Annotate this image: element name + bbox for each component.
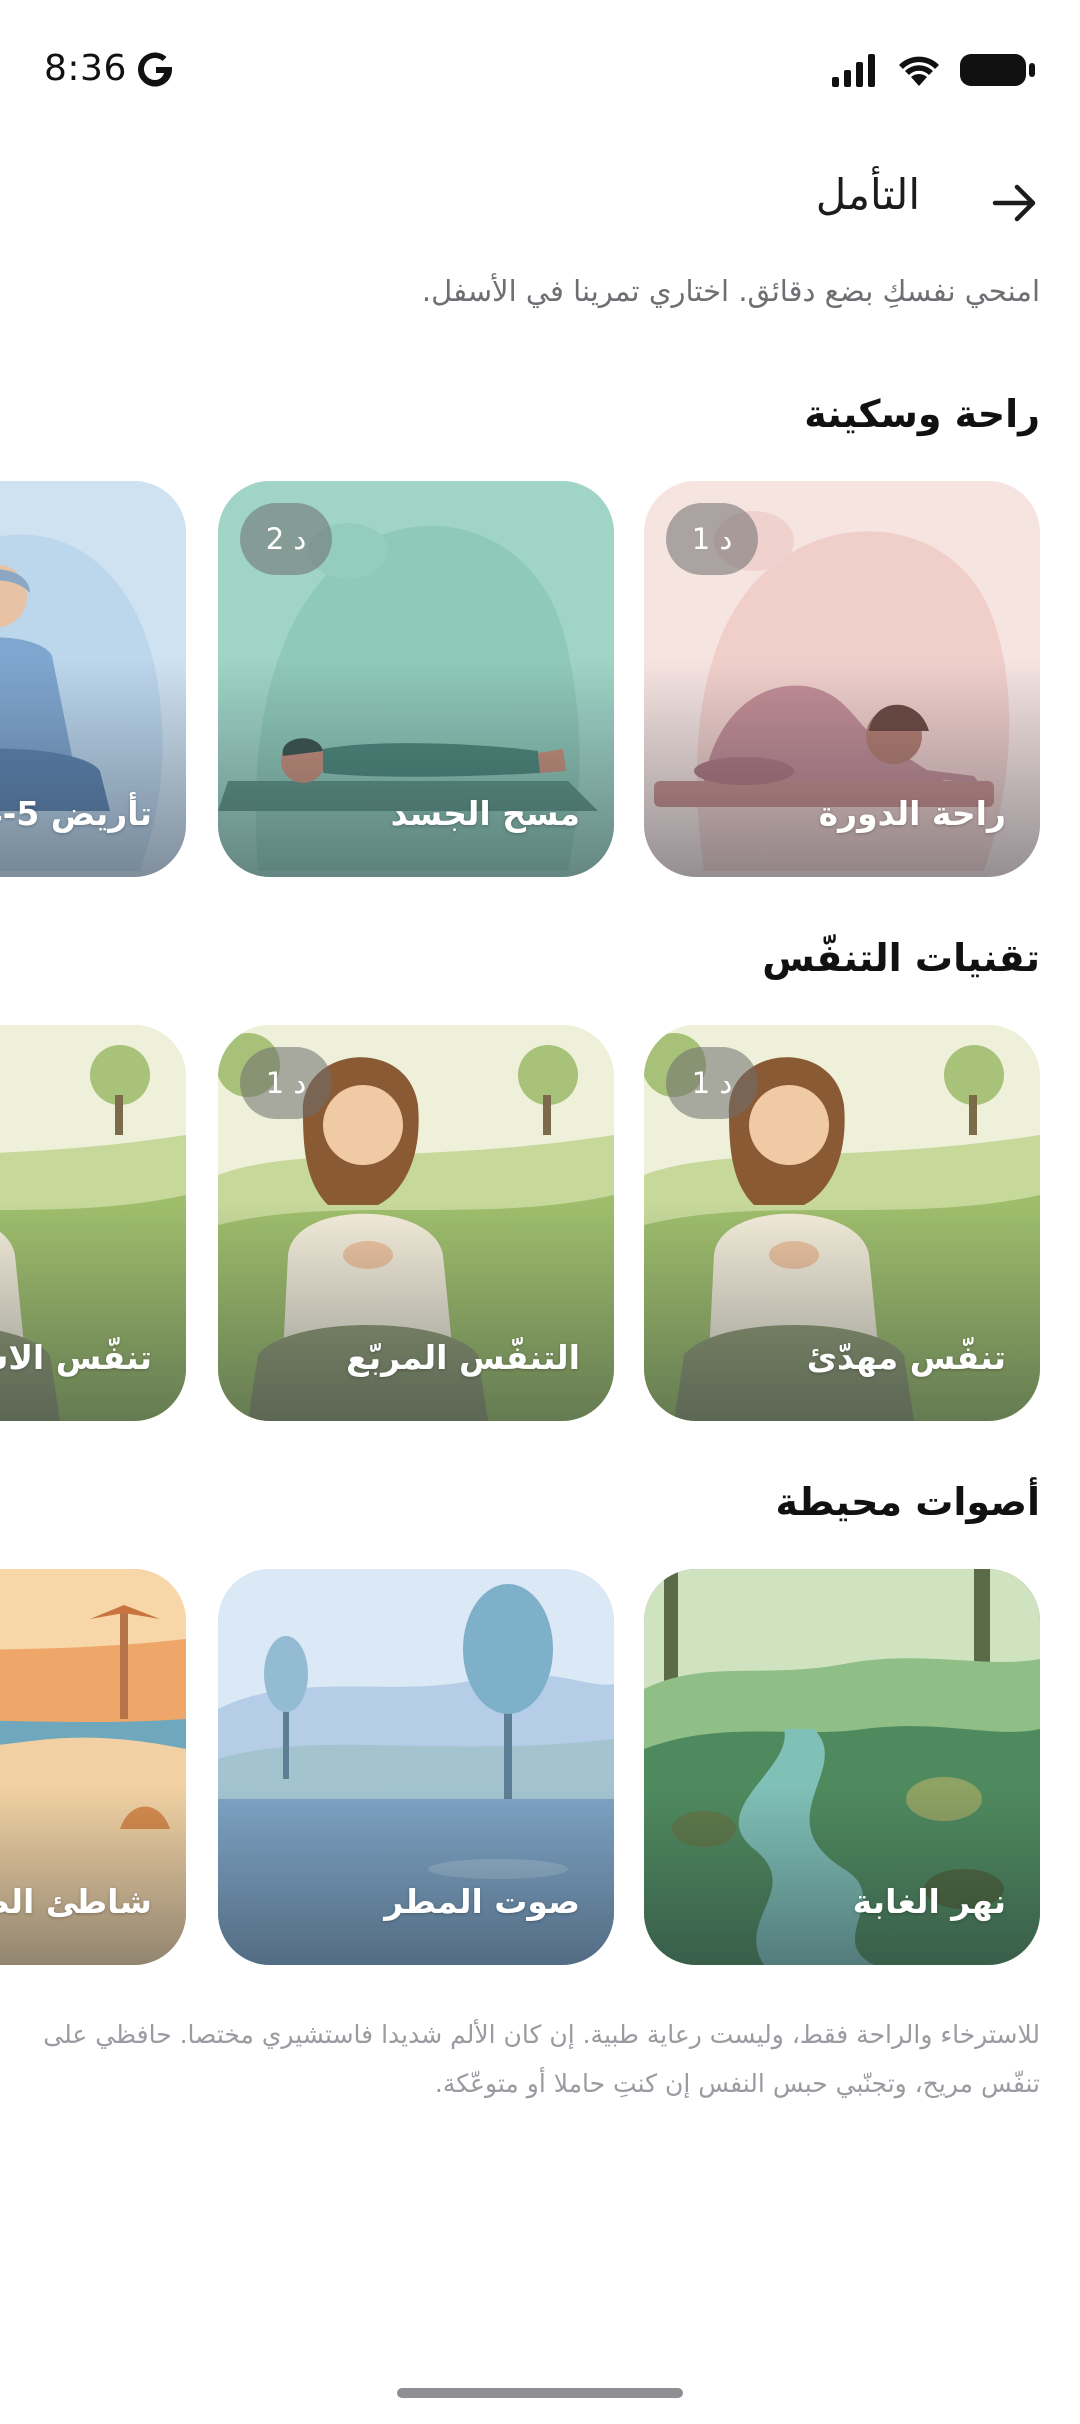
card-body-scan[interactable]: 2 د مسح الجسد [218,481,614,877]
page-title: التأمل [815,170,920,219]
section-title-breathing: تقنيات التنفّس [762,936,1040,980]
duration-badge: 1 د [666,503,758,575]
card-forest-river[interactable]: نهر الغابة [644,1569,1040,1965]
card-box-breathing[interactable]: 1 د التنفّس المربّع [218,1025,614,1421]
duration-badge: 2 د [240,503,332,575]
wifi-icon [899,56,939,86]
status-bar: 8:36 [0,0,1080,140]
disclaimer-line-1: للاسترخاء والراحة فقط، وليست رعاية طبية.… [43,2020,1040,2049]
card-label: مسح الجسد [390,794,580,833]
card-label: راحة الدورة [818,794,1006,833]
card-label: تنفّس مهدّئ [806,1338,1006,1377]
card-breath-partial[interactable]: تنفّس الاست [0,1025,186,1421]
card-label: صوت المطر [384,1882,580,1921]
card-label: نهر الغابة [852,1882,1006,1921]
disclaimer-line-2: تنفّس مريح، وتجنّبي حبس النفس إن كنتِ حا… [434,2069,1040,2098]
meditation-screen: 8:36 التأمل امنحي نفسكِ بضع دقائق. اختار… [0,0,1080,2424]
card-label: شاطئ الصي [0,1882,152,1921]
back-button[interactable] [980,168,1050,238]
google-g-icon [138,52,173,87]
card-calming-breath[interactable]: 1 د تنفّس مهدّئ [644,1025,1040,1421]
relaxation-carousel[interactable]: 1 د راحة الدورة 2 د مسح الجسد تأريض 5- [0,481,1080,877]
status-time: 8:36 [44,48,127,89]
card-period-rest[interactable]: 1 د راحة الدورة [644,481,1040,877]
disclaimer: للاسترخاء والراحة فقط، وليست رعاية طبية.… [40,2010,1040,2108]
duration-badge: 1 د [666,1047,758,1119]
card-label: تنفّس الاست [0,1338,152,1377]
breathing-carousel[interactable]: 1 د تنفّس مهدّئ 1 د التنفّس المربّع تنفّ… [0,1025,1080,1421]
card-beach[interactable]: شاطئ الصي [0,1569,186,1965]
page-subtitle: امنحي نفسكِ بضع دقائق. اختاري تمرينا في … [421,274,1040,308]
status-icons [832,52,1036,88]
card-label: تأريض 5-4 [0,794,152,833]
battery-icon [960,54,1035,86]
duration-badge: 1 د [240,1047,332,1119]
card-label: التنفّس المربّع [346,1338,580,1377]
arrow-right-icon [992,184,1036,222]
signal-icon [832,54,875,87]
section-title-relaxation: راحة وسكينة [804,392,1040,436]
ambient-carousel[interactable]: نهر الغابة صوت المطر شاطئ ال [0,1569,1080,1965]
card-grounding[interactable]: تأريض 5-4 [0,481,186,877]
home-indicator[interactable] [397,2388,683,2398]
card-rain-sound[interactable]: صوت المطر [218,1569,614,1965]
section-title-ambient: أصوات محيطة [775,1480,1041,1524]
